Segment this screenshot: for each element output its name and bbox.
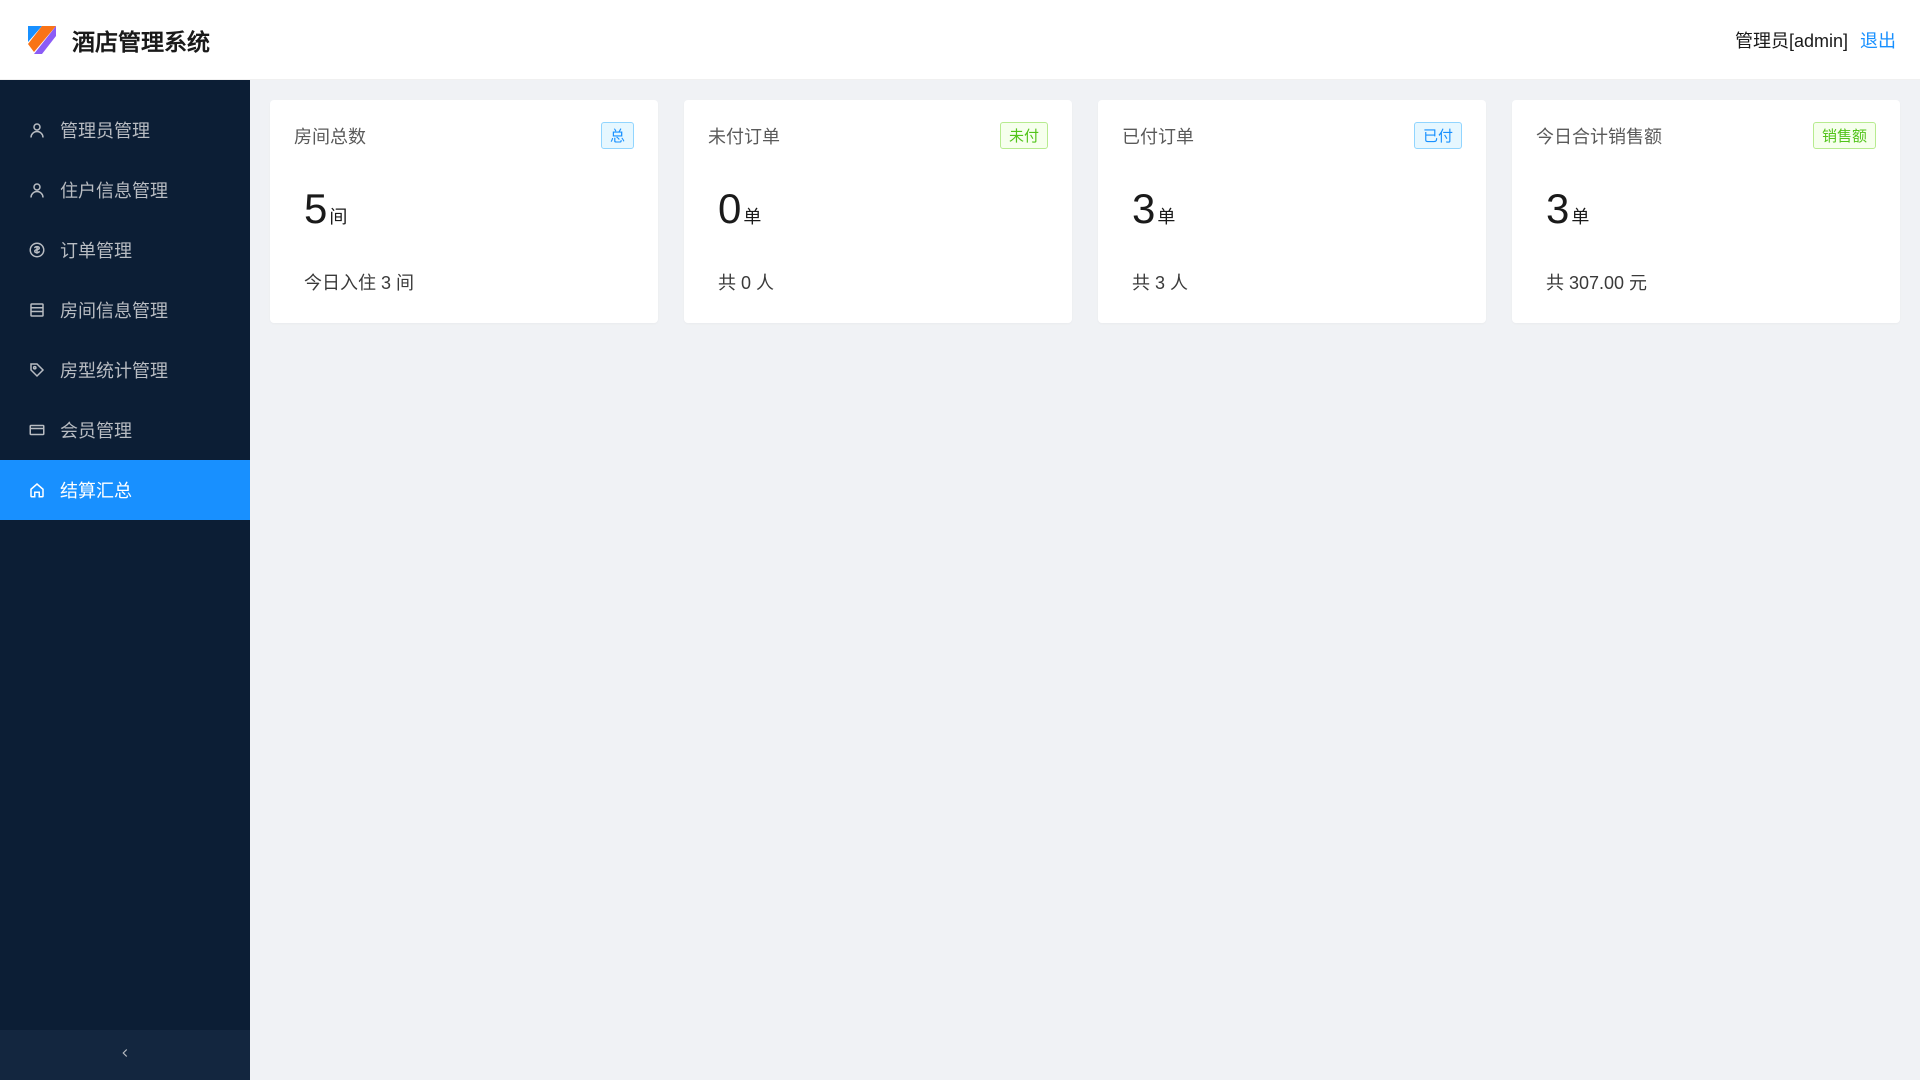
user-icon — [28, 181, 46, 199]
sidebar-item-admin[interactable]: 管理员管理 — [0, 100, 250, 160]
main-content: 房间总数 总 5 间 今日入住 3 间 未付订单 未付 0 单 共 0 — [250, 80, 1920, 1080]
sidebar-item-settlement[interactable]: 结算汇总 — [0, 460, 250, 520]
card-badge: 未付 — [1000, 122, 1048, 149]
sidebar-item-room-type[interactable]: 房型统计管理 — [0, 340, 250, 400]
card-badge: 已付 — [1414, 122, 1462, 149]
card-badge: 销售额 — [1813, 122, 1876, 149]
app-title: 酒店管理系统 — [72, 23, 210, 57]
card-number: 3 — [1546, 185, 1569, 233]
sidebar-item-label: 会员管理 — [60, 417, 132, 443]
tag-icon — [28, 361, 46, 379]
card-title: 房间总数 — [294, 123, 366, 149]
header-right: 管理员[admin] 退出 — [1735, 27, 1896, 53]
card-unit: 单 — [1157, 203, 1175, 229]
sidebar-collapse-toggle[interactable] — [0, 1030, 250, 1080]
card-room-total: 房间总数 总 5 间 今日入住 3 间 — [270, 100, 658, 323]
sidebar-item-room[interactable]: 房间信息管理 — [0, 280, 250, 340]
card-unit: 单 — [1571, 203, 1589, 229]
current-user-label: 管理员[admin] — [1735, 27, 1848, 53]
sidebar-item-resident[interactable]: 住户信息管理 — [0, 160, 250, 220]
card-footer: 共 0 人 — [708, 269, 1048, 295]
card-number: 3 — [1132, 185, 1155, 233]
card-number: 5 — [304, 185, 327, 233]
card-footer: 共 3 人 — [1122, 269, 1462, 295]
card-badge: 总 — [601, 122, 634, 149]
card-unit: 间 — [329, 203, 347, 229]
sidebar-item-label: 房间信息管理 — [60, 297, 168, 323]
sidebar-menu: 管理员管理 住户信息管理 订单管理 房间信息管理 — [0, 80, 250, 520]
sidebar-item-label: 管理员管理 — [60, 117, 150, 143]
dollar-icon — [28, 241, 46, 259]
card-unpaid-orders: 未付订单 未付 0 单 共 0 人 — [684, 100, 1072, 323]
card-sales-total: 今日合计销售额 销售额 3 单 共 307.00 元 — [1512, 100, 1900, 323]
logout-link[interactable]: 退出 — [1860, 27, 1896, 53]
card-unit: 单 — [743, 203, 761, 229]
sidebar-item-label: 订单管理 — [60, 237, 132, 263]
header-left: 酒店管理系统 — [24, 22, 210, 58]
sidebar-item-label: 房型统计管理 — [60, 357, 168, 383]
sidebar-item-order[interactable]: 订单管理 — [0, 220, 250, 280]
card-footer: 今日入住 3 间 — [294, 269, 634, 295]
summary-cards: 房间总数 总 5 间 今日入住 3 间 未付订单 未付 0 单 共 0 — [270, 100, 1900, 323]
list-icon — [28, 301, 46, 319]
sidebar-item-label: 结算汇总 — [60, 477, 132, 503]
logo-icon — [24, 22, 60, 58]
card-title: 已付订单 — [1122, 123, 1194, 149]
header: 酒店管理系统 管理员[admin] 退出 — [0, 0, 1920, 80]
card-icon — [28, 421, 46, 439]
card-title: 未付订单 — [708, 123, 780, 149]
chevron-left-icon — [118, 1046, 132, 1065]
user-icon — [28, 121, 46, 139]
card-paid-orders: 已付订单 已付 3 单 共 3 人 — [1098, 100, 1486, 323]
card-footer: 共 307.00 元 — [1536, 269, 1876, 295]
card-number: 0 — [718, 185, 741, 233]
card-title: 今日合计销售额 — [1536, 123, 1662, 149]
home-icon — [28, 481, 46, 499]
sidebar-item-label: 住户信息管理 — [60, 177, 168, 203]
sidebar-item-member[interactable]: 会员管理 — [0, 400, 250, 460]
sidebar: 管理员管理 住户信息管理 订单管理 房间信息管理 — [0, 80, 250, 1080]
